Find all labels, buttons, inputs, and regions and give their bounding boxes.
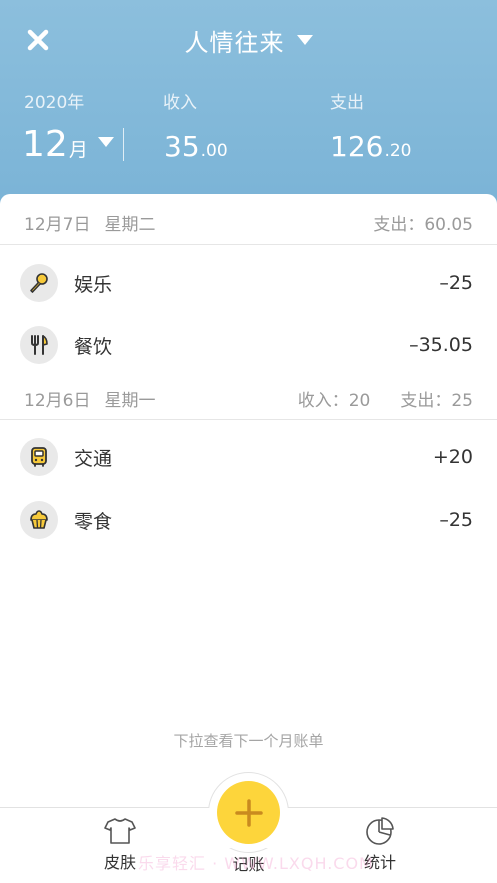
item-amount: –35.05 xyxy=(409,334,473,356)
microphone-icon xyxy=(30,273,48,293)
category-icon-wrap xyxy=(20,326,58,364)
page-title: 人情往来 xyxy=(184,28,285,57)
expense-decimal: .20 xyxy=(384,141,412,161)
day-weekday: 星期二 xyxy=(104,214,156,235)
divider xyxy=(0,419,497,420)
month-number: 12 xyxy=(22,124,68,165)
item-amount: –25 xyxy=(439,509,473,531)
category-icon-wrap xyxy=(20,264,58,302)
income-total: 35 .00 xyxy=(164,130,228,163)
month-unit: 月 xyxy=(68,139,88,161)
tab-skin[interactable]: 皮肤 xyxy=(80,816,160,873)
pull-hint: 下拉查看下一个月账单 xyxy=(173,732,324,750)
category-icon-wrap xyxy=(20,501,58,539)
add-record-button[interactable] xyxy=(217,781,280,844)
tab-label: 皮肤 xyxy=(103,853,136,872)
book-selector[interactable]: 人情往来 xyxy=(0,22,497,58)
list-item[interactable]: 餐饮 –35.05 xyxy=(0,314,497,376)
income-integer: 35 xyxy=(164,130,200,163)
item-amount: –25 xyxy=(439,272,473,294)
category-icon-wrap xyxy=(20,438,58,476)
day-date: 12月6日 xyxy=(24,390,91,411)
plus-icon xyxy=(234,798,263,827)
tab-record-label[interactable]: 记账 xyxy=(208,851,289,875)
category-name: 餐饮 xyxy=(74,335,113,358)
divider xyxy=(123,128,124,161)
list-item[interactable]: 娱乐 –25 xyxy=(0,252,497,314)
income-label: 收入 xyxy=(163,93,197,113)
list-item[interactable]: 零食 –25 xyxy=(0,489,497,551)
category-name: 零食 xyxy=(74,510,113,533)
caret-down-icon xyxy=(296,35,313,45)
day-weekday: 星期一 xyxy=(104,390,156,411)
expense-total: 126 .20 xyxy=(330,130,412,163)
bill-list: 12月7日 星期二 支出：60.05 娱乐 –25 餐饮 –35.05 12月6… xyxy=(0,194,497,814)
expense-label: 支出 xyxy=(330,93,364,113)
header: 人情往来 2020年 收入 支出 12 月 35 .00 126 .20 xyxy=(0,0,497,215)
expense-integer: 126 xyxy=(330,130,384,163)
category-name: 娱乐 xyxy=(74,273,113,296)
income-decimal: .00 xyxy=(200,141,228,161)
month-picker[interactable]: 12 月 xyxy=(22,124,114,165)
caret-down-icon xyxy=(97,136,114,147)
tshirt-icon xyxy=(104,818,136,844)
fork-knife-icon xyxy=(31,335,48,355)
day-header: 12月7日 星期二 支出：60.05 xyxy=(0,197,497,247)
day-expense-summary: 支出：25 xyxy=(400,390,473,411)
list-item[interactable]: 交通 +20 xyxy=(0,426,497,488)
day-expense-summary: 支出：60.05 xyxy=(373,214,473,235)
tab-label: 统计 xyxy=(363,853,396,872)
cake-icon xyxy=(30,510,48,529)
day-income-summary: 收入：20 xyxy=(297,390,371,411)
day-date: 12月7日 xyxy=(24,214,91,235)
tab-stats[interactable]: 统计 xyxy=(340,816,420,873)
day-header: 12月6日 星期一 收入：20 支出：25 xyxy=(0,373,497,423)
item-amount: +20 xyxy=(432,446,473,468)
bus-icon xyxy=(31,447,47,467)
year-label: 2020年 xyxy=(24,93,85,113)
pie-chart-icon xyxy=(366,817,394,845)
divider xyxy=(0,244,497,245)
category-name: 交通 xyxy=(74,447,113,470)
